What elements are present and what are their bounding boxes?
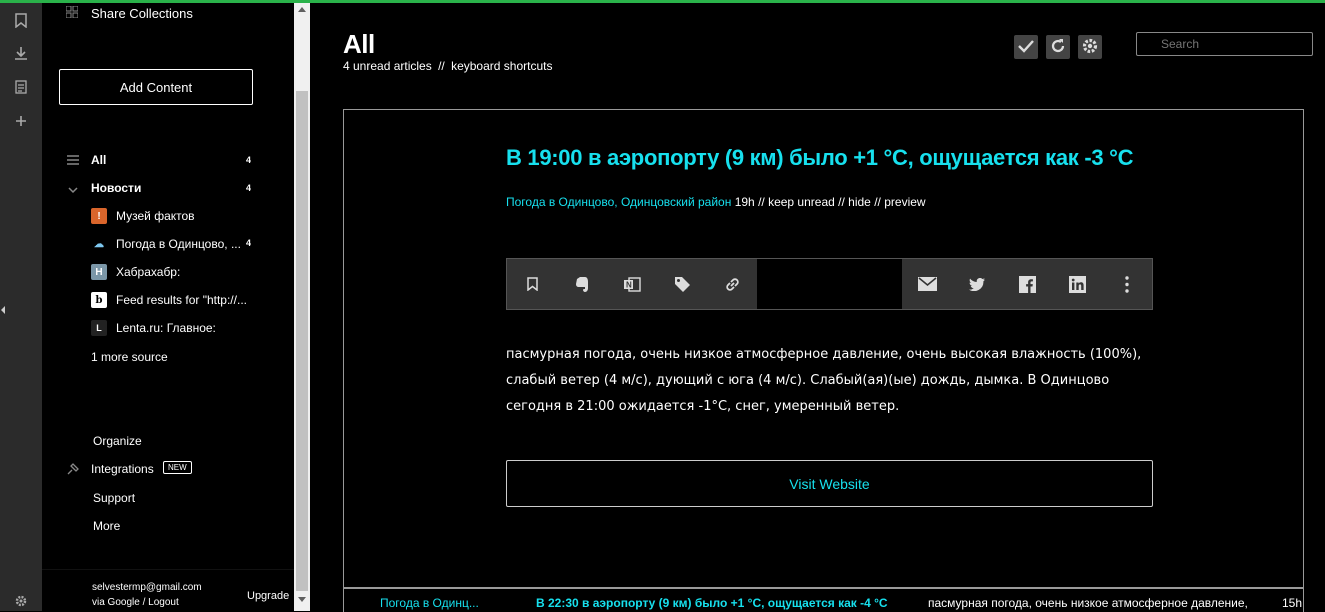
source-item[interactable]: ☁ Погода в Одинцово, ... 4 [42,234,294,254]
settings-button[interactable] [1078,35,1102,59]
article-title[interactable]: В 19:00 в аэропорту (9 км) было +1 °C, о… [506,145,1133,171]
nav-label: All [91,153,107,167]
list-icon[interactable] [13,79,29,95]
evernote-icon[interactable] [572,274,592,294]
source-label: Хабрахабр: [116,265,181,279]
source-item[interactable]: H Хабрахабр: [42,262,294,282]
page-title: All [343,29,375,59]
subheader: 4 unread articles // keyboard shortcuts [343,59,552,73]
gear-icon [1081,37,1099,58]
link-icon[interactable] [722,274,742,294]
scroll-down-icon[interactable] [298,597,306,602]
nav-item-all[interactable]: All 4 [42,150,294,170]
facebook-icon[interactable] [1017,274,1037,294]
upgrade-link[interactable]: Upgrade [247,590,289,602]
add-content-button[interactable]: Add Content [59,69,253,105]
source-favicon: b [91,292,107,308]
refresh-icon [1050,38,1066,57]
logout-link[interactable]: via Google / Logout [92,597,179,608]
hide-link[interactable]: hide [848,195,871,209]
source-label: Lenta.ru: Главное: [116,321,216,335]
source-item[interactable]: ! Музей фактов [42,206,294,226]
source-item[interactable]: b Feed results for "http://... [42,290,294,310]
more-sources-link[interactable]: 1 more source [91,350,168,364]
source-label: Погода в Одинцово, ... [116,237,241,251]
source-item[interactable]: L Lenta.ru: Главное: [42,318,294,338]
account-footer: selvestermp@gmail.com via Google / Logou… [42,569,294,612]
tag-icon[interactable] [672,274,692,294]
source-label: Музей фактов [116,209,195,223]
row-title[interactable]: В 22:30 в аэропорту (9 км) было +1 °C, о… [536,596,888,610]
source-favicon: ! [91,208,107,224]
nav-label: Новости [91,181,142,195]
unread-count: 4 [246,155,252,165]
main-content: All 4 unread articles // keyboard shortc… [310,3,1325,612]
scroll-up-icon[interactable] [298,7,306,12]
grid-icon [65,5,79,19]
source-label: Feed results for "http://... [116,293,247,307]
support-link[interactable]: Support [93,491,135,505]
icon-rail [0,3,42,611]
download-icon[interactable] [13,45,29,61]
onenote-icon[interactable]: N [622,274,642,294]
row-snippet: пасмурная погода, очень низкое атмосферн… [928,596,1248,610]
more-options-icon[interactable] [1117,274,1137,294]
linkedin-icon[interactable] [1067,274,1087,294]
toolbar-spacer [757,259,902,309]
source-favicon: H [91,264,107,280]
email-icon[interactable] [917,274,937,294]
row-source[interactable]: Погода в Одинц... [380,596,479,610]
sidebar: Share Collections Add Content All 4 Ново… [42,3,294,611]
keyboard-shortcuts-link[interactable]: keyboard shortcuts [451,59,552,73]
collapse-arrow-icon[interactable] [0,303,6,317]
more-link[interactable]: More [93,519,120,533]
hamburger-icon [67,154,79,168]
organize-link[interactable]: Organize [93,434,142,448]
nav-item-news[interactable]: Новости 4 [42,178,294,198]
article-age: 19h [734,195,755,209]
unread-summary: 4 unread articles [343,59,432,73]
plus-icon[interactable] [13,113,29,129]
check-icon [1018,39,1034,56]
separator: // [874,195,881,209]
sidebar-scrollbar[interactable] [294,3,310,611]
article-body: пасмурная погода, очень низкое атмосферн… [506,347,1142,414]
separator: // [438,59,445,73]
article-row[interactable]: Погода в Одинц... В 22:30 в аэропорту (9… [343,587,1304,612]
svg-text:N: N [626,280,632,289]
share-collections-link[interactable]: Share Collections [91,6,193,21]
article-source-link[interactable]: Погода в Одинцово, Одинцовский район [506,195,731,209]
article-meta: Погода в Одинцово, Одинцовский район 19h… [506,195,926,209]
unread-count: 4 [246,238,252,248]
plug-icon [66,462,80,479]
new-badge: NEW [163,461,192,474]
separator: // [758,195,765,209]
twitter-icon[interactable] [967,274,987,294]
bookmark-icon[interactable] [522,274,542,294]
gear-icon[interactable] [13,593,29,609]
bookmark-icon[interactable] [13,12,29,28]
search-input[interactable] [1136,32,1313,56]
mark-read-button[interactable] [1014,35,1038,59]
keep-unread-link[interactable]: keep unread [768,195,835,209]
refresh-button[interactable] [1046,35,1070,59]
scrollbar-thumb[interactable] [296,91,308,591]
source-favicon: ☁ [91,236,107,252]
source-favicon: L [91,320,107,336]
preview-link[interactable]: preview [884,195,925,209]
unread-count: 4 [246,183,252,193]
row-age: 15h [1282,596,1303,610]
visit-website-button[interactable]: Visit Website [506,460,1153,507]
share-toolbar: N [506,258,1153,310]
account-email: selvestermp@gmail.com [92,582,202,593]
integrations-link[interactable]: Integrations [91,462,154,476]
chevron-down-icon[interactable] [68,183,78,197]
separator: // [838,195,845,209]
article-card: В 19:00 в аэропорту (9 км) было +1 °C, о… [343,109,1304,589]
